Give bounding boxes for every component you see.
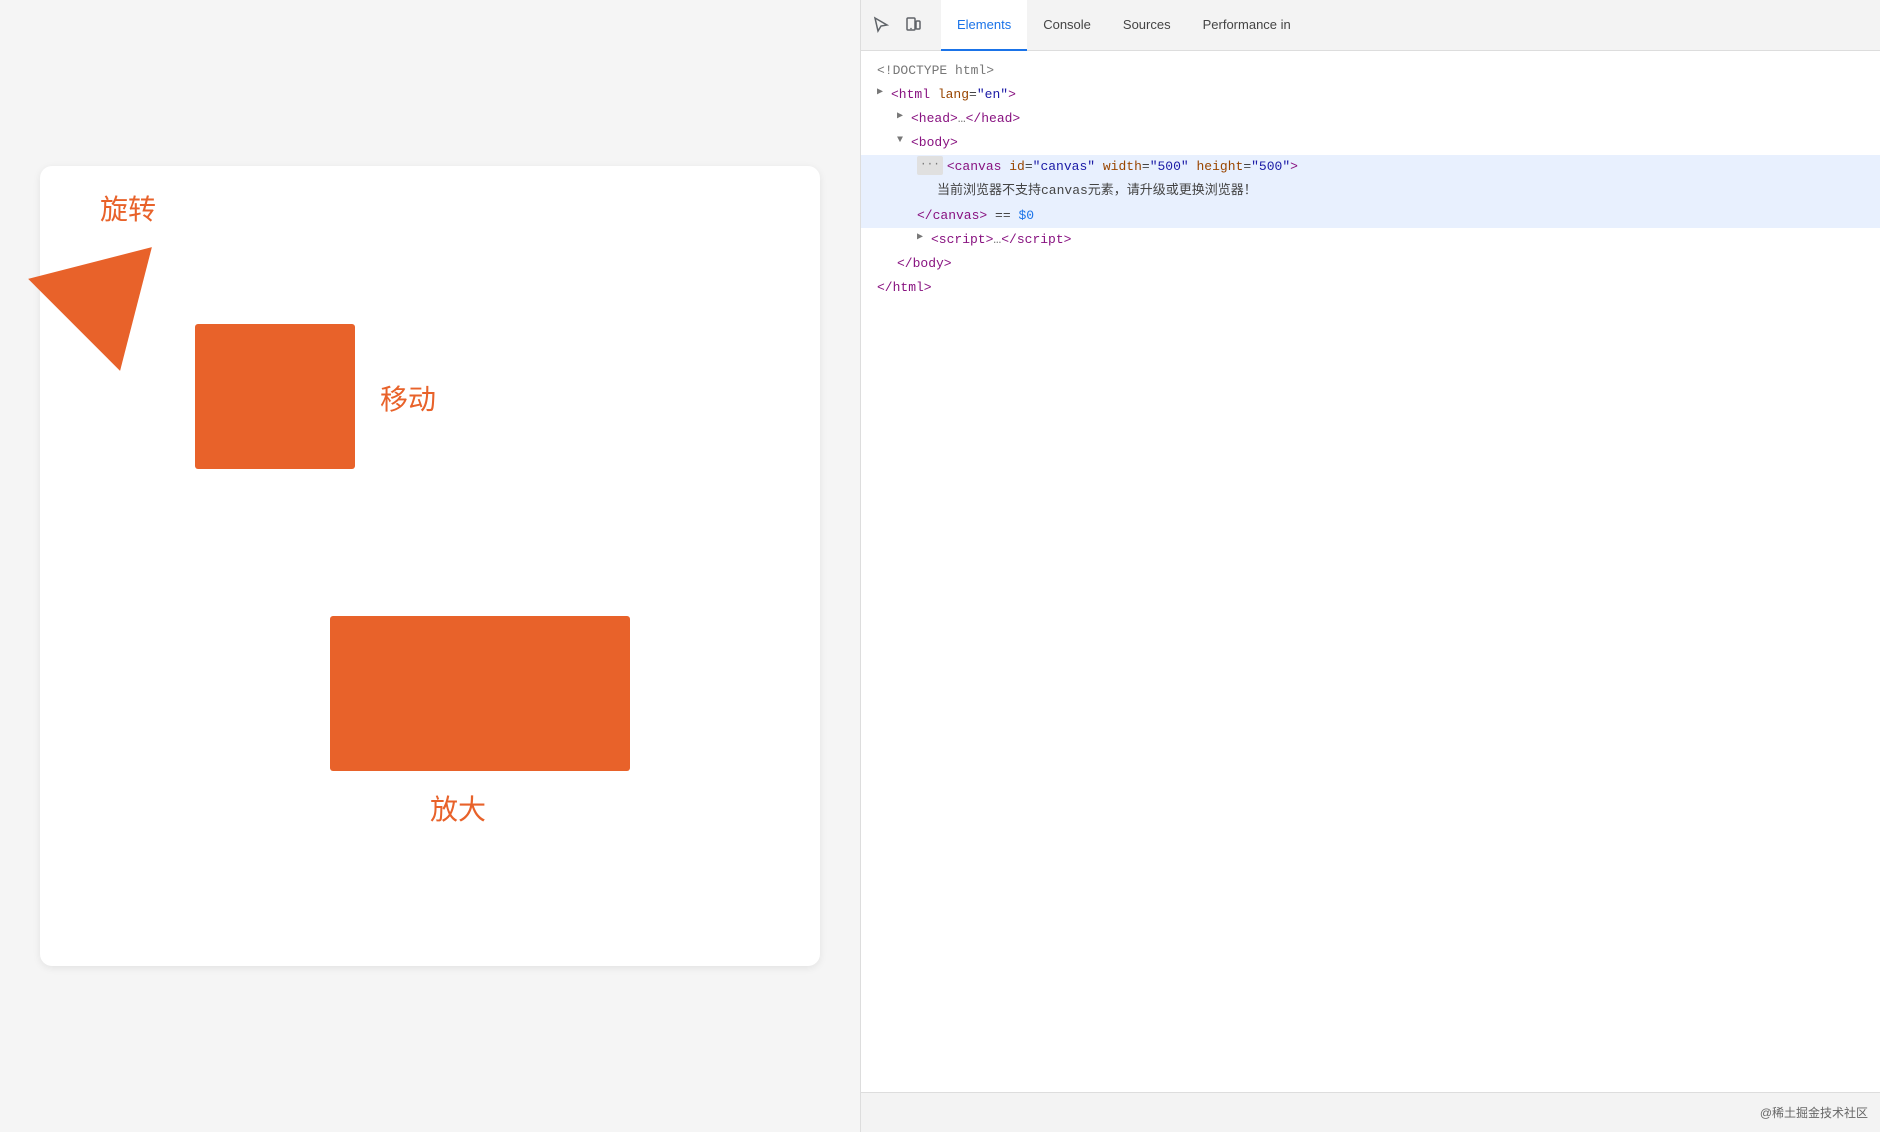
tab-sources[interactable]: Sources (1107, 0, 1187, 51)
devtools-icon-group (869, 13, 925, 37)
dom-line-script[interactable]: ▶ <script>…</script> (861, 228, 1880, 252)
dom-line-body-close[interactable]: </body> (861, 252, 1880, 276)
tab-performance[interactable]: Performance in (1187, 0, 1307, 51)
dom-line-html-open[interactable]: ▶ <html lang="en" > (861, 83, 1880, 107)
move-label: 移动 (380, 378, 436, 418)
devtools-tabs: Elements Console Sources Performance in (861, 0, 1880, 51)
rotate-triangle (28, 201, 198, 371)
device-icon[interactable] (901, 13, 925, 37)
watermark-text: @稀土掘金技术社区 (1760, 1104, 1868, 1121)
dom-line-canvas-text[interactable]: 当前浏览器不支持canvas元素，请升级或更换浏览器！ (861, 179, 1880, 203)
devtools-bottom-bar: @稀土掘金技术社区 (861, 1092, 1880, 1132)
dom-line-html-close[interactable]: </html> (861, 276, 1880, 300)
devtools-panel: Elements Console Sources Performance in … (860, 0, 1880, 1132)
dom-line-head[interactable]: ▶ <head>…</head> (861, 107, 1880, 131)
inspect-icon[interactable] (869, 13, 893, 37)
dom-line-canvas[interactable]: ··· <canvas id="canvas" width="500" heig… (861, 155, 1880, 179)
tab-console[interactable]: Console (1027, 0, 1107, 51)
dom-line-doctype[interactable]: <!DOCTYPE html> (861, 59, 1880, 83)
dom-line-body-open[interactable]: ▼ <body> (861, 131, 1880, 155)
tab-elements[interactable]: Elements (941, 0, 1027, 51)
dom-tree: <!DOCTYPE html> ▶ <html lang="en" > ▶ <h… (861, 51, 1880, 1092)
scale-label: 放大 (430, 788, 486, 828)
left-panel: 旋转 移动 放大 (0, 0, 860, 1132)
move-square (195, 324, 355, 469)
expand-dots[interactable]: ··· (917, 156, 943, 175)
canvas-card: 旋转 移动 放大 (40, 166, 820, 966)
dom-line-canvas-close[interactable]: </canvas> == $0 (861, 204, 1880, 228)
scale-square (330, 616, 630, 771)
